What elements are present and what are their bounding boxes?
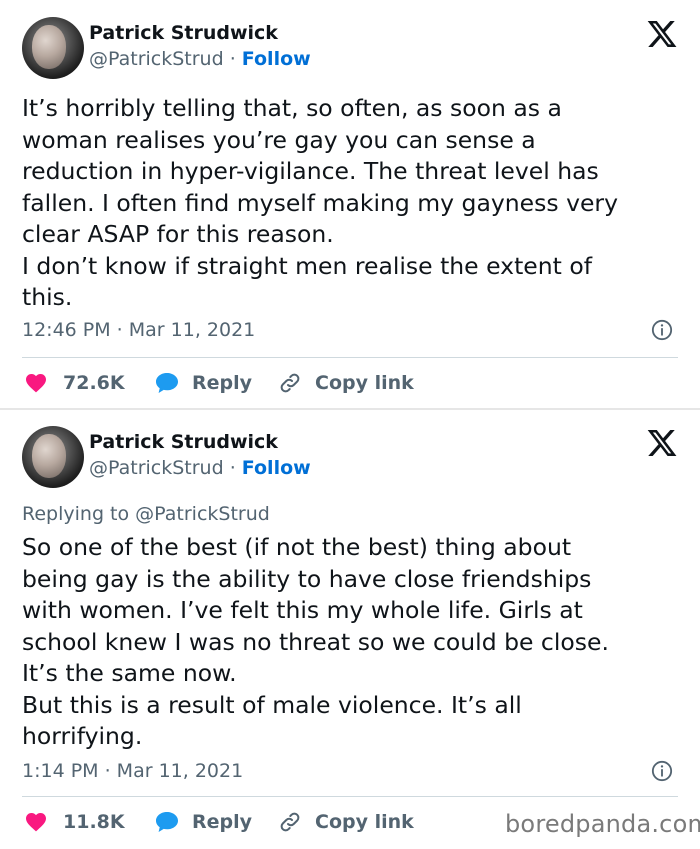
link-icon [280, 373, 300, 393]
author-handle[interactable]: @PatrickStrud [89, 48, 224, 70]
info-icon[interactable] [651, 319, 673, 341]
tweet-text: So one of the best (if not the best) thi… [22, 533, 609, 750]
tweet-card-1: Patrick Strudwick @PatrickStrud · Follow… [0, 0, 700, 409]
reply-bubble-icon [156, 373, 178, 393]
handle-line: @PatrickStrud · Follow [89, 48, 311, 70]
divider [22, 357, 678, 358]
timestamp[interactable]: 12:46 PM · Mar 11, 2021 [22, 319, 255, 341]
timestamp[interactable]: 1:14 PM · Mar 11, 2021 [22, 760, 243, 782]
replying-to[interactable]: Replying to @PatrickStrud [22, 503, 270, 525]
author-handle[interactable]: @PatrickStrud [89, 457, 224, 479]
link-icon [280, 812, 300, 832]
separator: · [223, 48, 242, 70]
copy-link-label: Copy link [315, 811, 414, 833]
avatar[interactable] [22, 426, 84, 488]
handle-line: @PatrickStrud · Follow [89, 457, 311, 479]
follow-button[interactable]: Follow [242, 48, 311, 70]
author-name[interactable]: Patrick Strudwick [89, 431, 278, 453]
reply-label: Reply [192, 372, 253, 394]
tweet-card-2: Patrick Strudwick @PatrickStrud · Follow… [0, 410, 700, 849]
heart-icon [26, 374, 46, 393]
x-logo-icon[interactable] [646, 18, 678, 50]
heart-icon [26, 813, 46, 832]
reply-label: Reply [192, 811, 253, 833]
info-icon[interactable] [651, 760, 673, 782]
follow-button[interactable]: Follow [242, 457, 311, 479]
separator: · [223, 457, 242, 479]
action-bar: 72.6K Reply Copy link [22, 368, 622, 398]
like-count: 72.6K [63, 372, 125, 394]
divider [22, 796, 678, 797]
copy-link-button[interactable]: Copy link [278, 368, 414, 398]
reply-button[interactable]: Reply [154, 807, 252, 837]
copy-link-label: Copy link [315, 372, 414, 394]
tweet-text: It’s horribly telling that, so often, as… [22, 94, 619, 311]
like-button[interactable]: 72.6K [24, 368, 125, 398]
author-name[interactable]: Patrick Strudwick [89, 22, 278, 44]
like-button[interactable]: 11.8K [24, 807, 125, 837]
reply-button[interactable]: Reply [154, 368, 252, 398]
x-logo-icon[interactable] [646, 427, 678, 459]
reply-bubble-icon [156, 812, 178, 832]
copy-link-button[interactable]: Copy link [278, 807, 414, 837]
watermark: boredpanda.com [505, 810, 700, 838]
like-count: 11.8K [63, 811, 125, 833]
avatar[interactable] [22, 17, 84, 79]
